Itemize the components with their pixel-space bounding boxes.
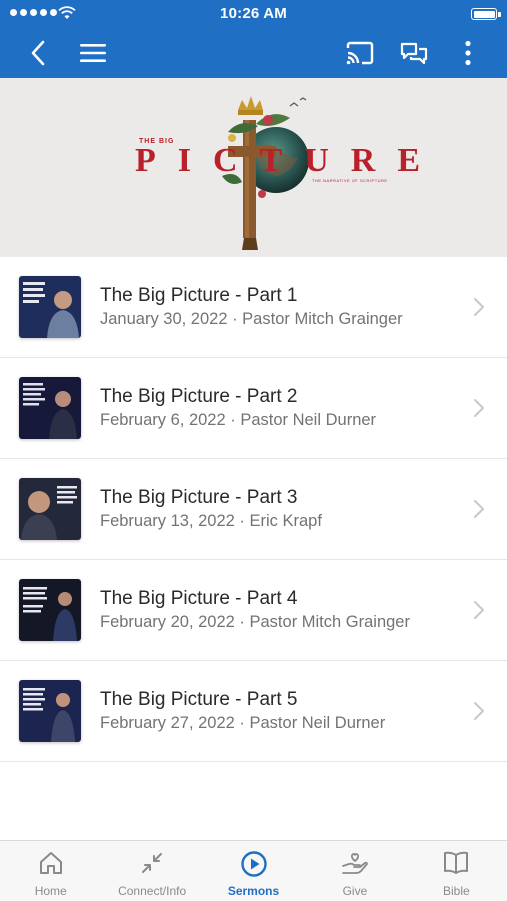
more-options-button[interactable] <box>446 28 490 78</box>
more-vertical-icon <box>465 40 471 66</box>
connect-arrows-icon <box>142 853 163 873</box>
sermon-subtitle: February 13, 2022 · Eric Krapf <box>100 512 322 530</box>
status-bar: 10:26 AM <box>0 0 507 28</box>
tab-label: Give <box>342 884 368 898</box>
cast-icon <box>346 41 374 65</box>
sermon-row-5[interactable]: The Big Picture - Part 5 February 27, 20… <box>0 661 507 762</box>
chevron-right-icon <box>474 702 484 720</box>
sermon-title: The Big Picture - Part 2 <box>100 386 298 407</box>
tab-label: Connect/Info <box>118 884 187 898</box>
home-icon <box>39 852 62 874</box>
tab-label: Sermons <box>227 884 280 898</box>
sermon-row-2[interactable]: The Big Picture - Part 2 February 6, 202… <box>0 358 507 459</box>
status-time: 10:26 AM <box>220 5 287 22</box>
sermon-row-1[interactable]: The Big Picture - Part 1 January 30, 202… <box>0 257 507 358</box>
tab-home[interactable]: Home <box>0 841 101 901</box>
sermon-title: The Big Picture - Part 4 <box>100 588 298 609</box>
sermon-list: The Big Picture - Part 1 January 30, 202… <box>0 257 507 762</box>
sermon-thumbnail <box>19 579 81 641</box>
sermon-subtitle: February 6, 2022 · Pastor Neil Durner <box>100 411 377 429</box>
chevron-left-icon <box>31 40 45 66</box>
banner-tagline: THE NARRATIVE OF SCRIPTURE <box>312 178 388 183</box>
banner-title: PICTURE <box>135 142 443 179</box>
bottom-tab-bar: Home Connect/Info Sermons Give Bible <box>0 840 507 901</box>
sermon-row-4[interactable]: The Big Picture - Part 4 February 20, 20… <box>0 560 507 661</box>
sermon-title: The Big Picture - Part 3 <box>100 487 298 508</box>
hamburger-menu-icon <box>80 44 106 62</box>
sermon-thumbnail <box>19 377 81 439</box>
open-book-icon <box>444 851 469 874</box>
sermon-title: The Big Picture - Part 5 <box>100 689 298 710</box>
tab-bible[interactable]: Bible <box>406 841 507 901</box>
sermon-row-3[interactable]: The Big Picture - Part 3 February 13, 20… <box>0 459 507 560</box>
sermon-subtitle: February 20, 2022 · Pastor Mitch Grainge… <box>100 613 410 631</box>
sermon-thumbnail <box>19 276 81 338</box>
series-banner: THE BIG PICTURE THE NARRATIVE OF SCRIPTU… <box>0 78 507 257</box>
chat-bubbles-icon <box>400 42 428 65</box>
chat-button[interactable] <box>392 28 436 78</box>
tab-label: Home <box>34 884 67 898</box>
sermon-thumbnail <box>19 680 81 742</box>
give-hand-heart-icon <box>342 853 368 874</box>
battery-icon <box>471 8 501 20</box>
app-header <box>0 28 507 78</box>
back-button[interactable] <box>16 28 60 78</box>
chevron-right-icon <box>474 399 484 417</box>
chevron-right-icon <box>474 298 484 316</box>
tab-give[interactable]: Give <box>304 841 405 901</box>
sermon-subtitle: January 30, 2022 · Pastor Mitch Grainger <box>100 310 403 328</box>
chevron-right-icon <box>474 601 484 619</box>
menu-button[interactable] <box>71 28 115 78</box>
sermon-title: The Big Picture - Part 1 <box>100 285 298 306</box>
sermon-thumbnail <box>19 478 81 540</box>
cast-button[interactable] <box>338 28 382 78</box>
play-circle-icon <box>240 851 267 877</box>
tab-connect-info[interactable]: Connect/Info <box>101 841 202 901</box>
tab-sermons[interactable]: Sermons <box>203 841 304 901</box>
sermon-subtitle: February 27, 2022 · Pastor Neil Durner <box>100 714 386 732</box>
tab-label: Bible <box>442 884 470 898</box>
chevron-right-icon <box>474 500 484 518</box>
